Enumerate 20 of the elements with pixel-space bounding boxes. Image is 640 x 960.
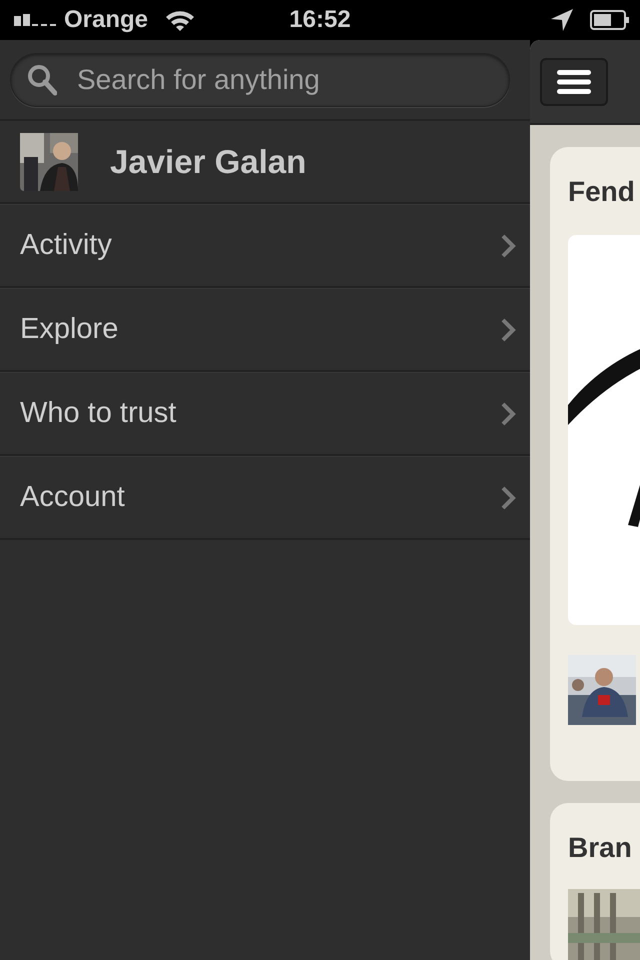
battery-icon [590,9,630,31]
menu-button[interactable] [540,58,608,106]
user-name: Javier Galan [110,142,306,182]
search-bar[interactable]: Search for anything [10,52,510,106]
menu-icon [557,68,591,94]
chevron-right-icon [500,400,516,426]
chevron-right-icon [500,232,516,258]
carrier-name: Orange [64,5,148,35]
card-title: Bran [568,831,632,865]
search-icon [27,64,57,96]
menu-item[interactable]: Who to trust [0,372,530,456]
location-arrow-icon [550,8,574,32]
card-title: Fend [568,175,635,209]
clock-time: 16:52 [289,5,351,35]
menu-item[interactable]: Activity [0,204,530,288]
menu-item[interactable]: Account [0,456,530,540]
chevron-right-icon [500,484,516,510]
chevron-right-icon [500,316,516,342]
search-field[interactable]: Search for anything [75,58,493,102]
menu-item[interactable]: Explore [0,288,530,372]
